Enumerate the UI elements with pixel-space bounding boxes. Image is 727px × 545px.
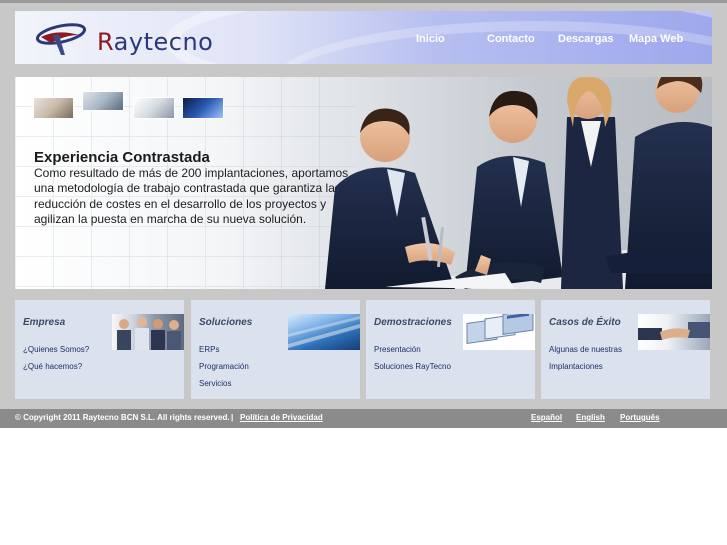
site-header: Raytecno Inicio Contacto Descargas Mapa … [15,11,712,64]
page-background: Raytecno Inicio Contacto Descargas Mapa … [0,0,727,428]
logo[interactable]: Raytecno [35,21,235,57]
link-erps[interactable]: ERPs [199,341,249,358]
nav-mapa-web[interactable]: Mapa Web [629,33,683,45]
box-title: Demostraciones [374,317,452,328]
box-demostraciones: Demostraciones Presentación Soluciones R… [366,300,535,399]
top-border [0,0,727,3]
hero-title: Experiencia Contrastada [34,149,210,166]
language-espanol[interactable]: Español [531,413,562,422]
footer-separator: | [231,413,234,422]
logo-wordmark: Raytecno [97,28,214,56]
link-presentacion[interactable]: Presentación [374,341,451,358]
language-portugues[interactable]: Português [620,413,660,422]
box-links: ERPs Programación Servicios [199,341,249,392]
logo-swoosh-icon [35,23,87,55]
box-empresa: Empresa ¿Quienes Somos? ¿Qué hacemos? [15,300,184,399]
box-links: Algunas de nuestras Implantaciones [549,341,622,375]
privacy-policy-link[interactable]: Política de Privacidad [240,413,323,422]
link-soluciones-raytecno[interactable]: Soluciones RayTecno [374,358,451,375]
hero-banner: Experiencia Contrastada Como resultado d… [15,77,712,289]
box-soluciones: Soluciones ERPs Programación Servicios [191,300,360,399]
nav-contacto[interactable]: Contacto [487,33,535,45]
box-links: Presentación Soluciones RayTecno [374,341,451,375]
link-quienes-somos[interactable]: ¿Quienes Somos? [23,341,89,358]
team-photo-image [112,314,184,350]
language-english[interactable]: English [576,413,605,422]
thumb-technology-image [182,97,224,119]
business-team-photo [325,77,712,289]
link-algunas-de-nuestras[interactable]: Algunas de nuestras [549,341,622,358]
nav-descargas[interactable]: Descargas [558,33,614,45]
glass-building-image [288,314,360,350]
box-title: Soluciones [199,317,253,328]
copyright-text: © Copyright 2011 Raytecno BCN S.L. All r… [15,413,230,422]
box-title: Casos de Éxito [549,317,621,328]
link-servicios[interactable]: Servicios [199,375,249,392]
nav-inicio[interactable]: Inicio [416,33,445,45]
site-footer: © Copyright 2011 Raytecno BCN S.L. All r… [0,409,727,428]
box-title: Empresa [23,317,66,328]
software-screens-image [463,314,535,350]
thumb-team-image [82,91,124,111]
link-que-hacemos[interactable]: ¿Qué hacemos? [23,358,89,375]
link-programacion[interactable]: Programación [199,358,249,375]
thumb-meeting-image [33,97,74,119]
box-casos-de-exito: Casos de Éxito Algunas de nuestras Impla… [541,300,710,399]
link-implantaciones[interactable]: Implantaciones [549,358,622,375]
box-links: ¿Quienes Somos? ¿Qué hacemos? [23,341,89,375]
handshake-image [638,314,710,350]
thumb-office-image [133,97,175,119]
